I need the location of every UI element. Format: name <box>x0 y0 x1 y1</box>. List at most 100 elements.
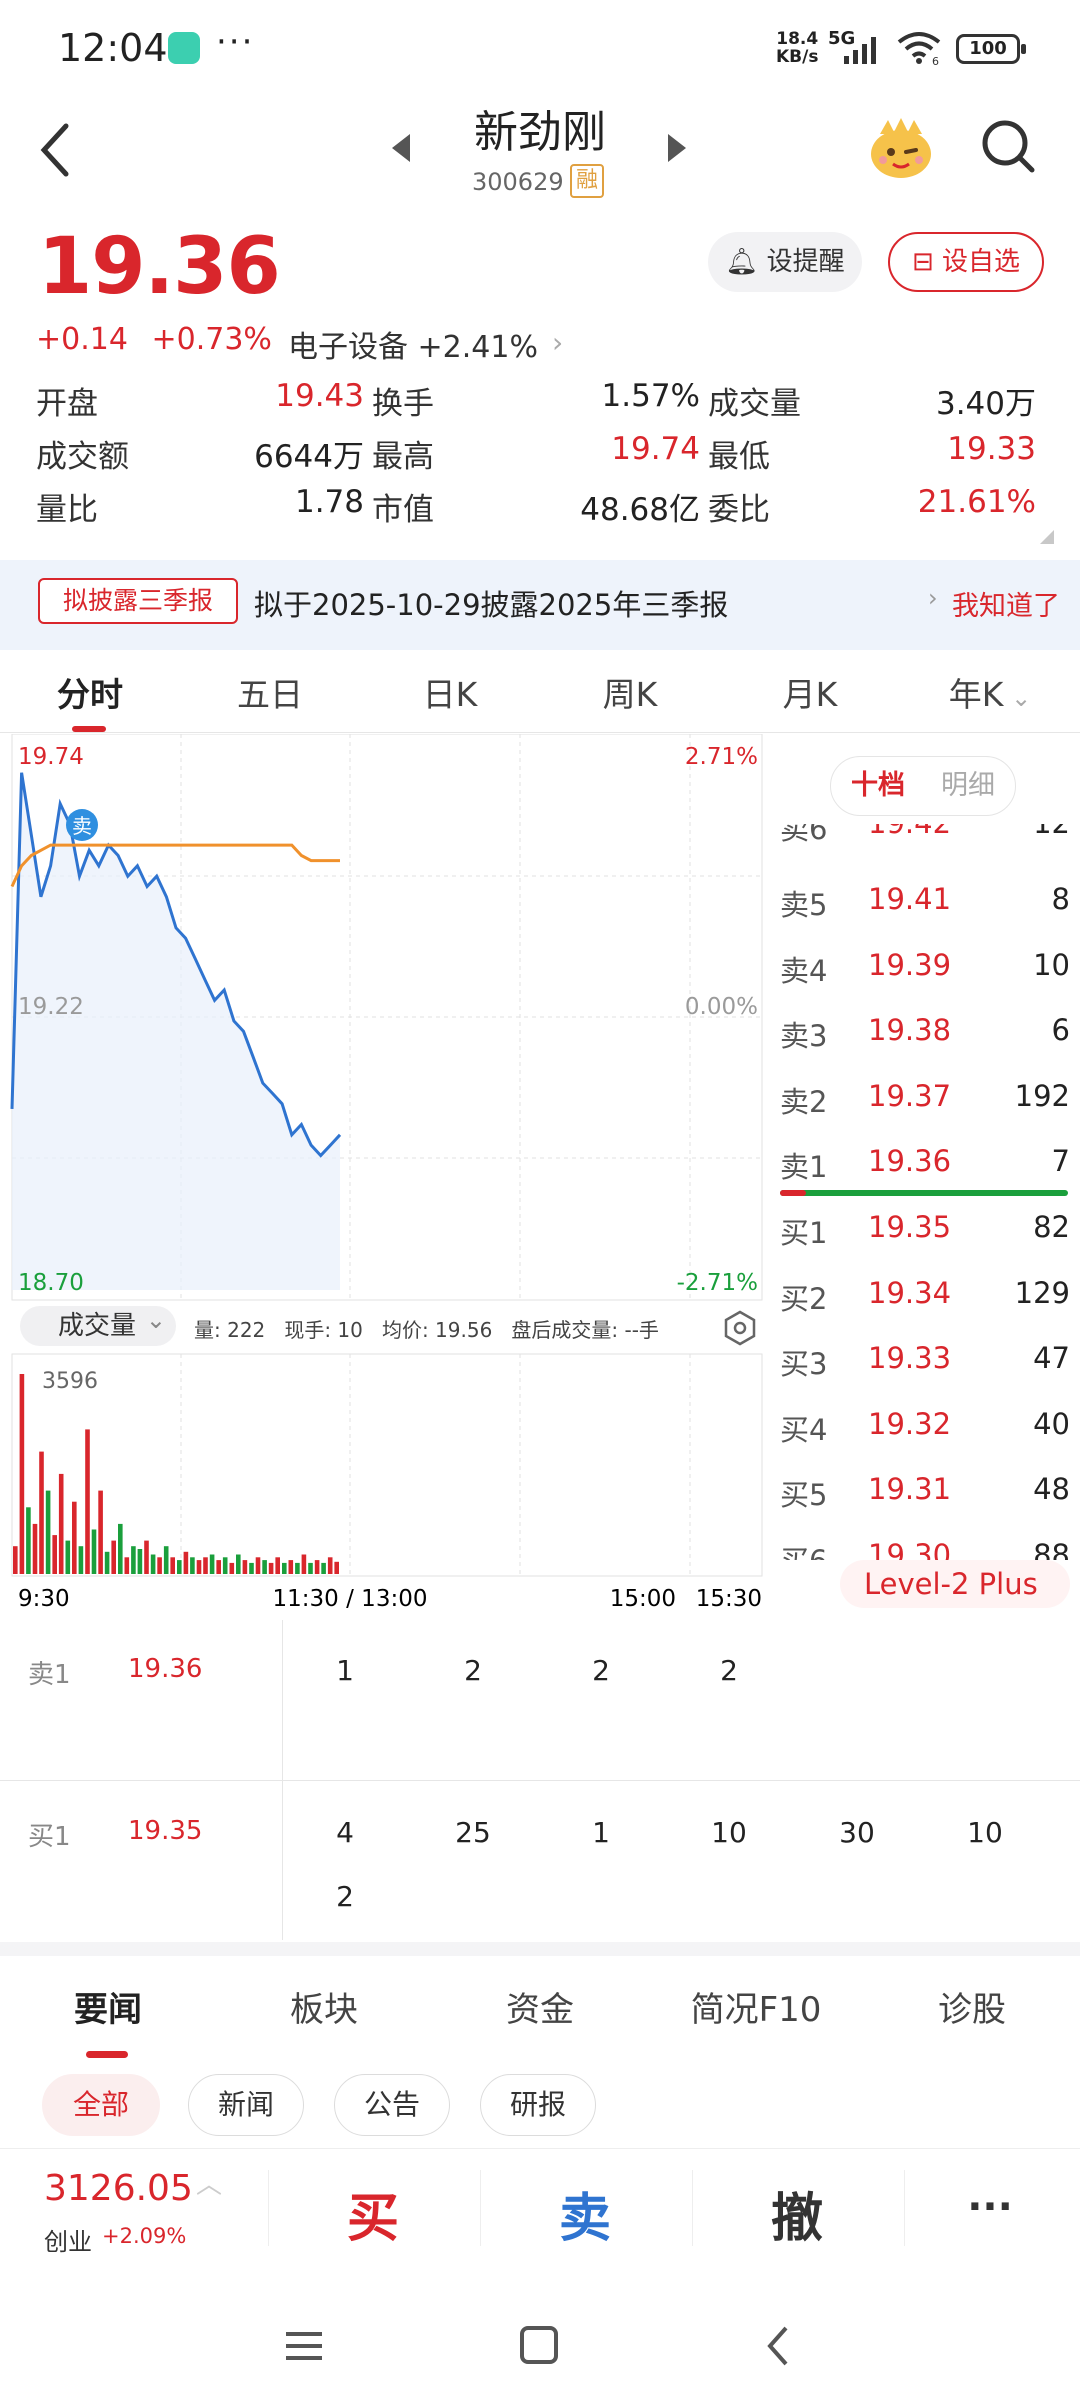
orderbook-qty: 7 <box>1051 1144 1070 1178</box>
stat-label: 量比 <box>36 492 98 528</box>
orderbook-row[interactable]: 卖4 19.39 10 <box>780 948 1070 988</box>
orderbook-row[interactable]: 卖1 19.36 7 <box>780 1144 1070 1184</box>
volume-bar <box>327 1557 333 1574</box>
index-value[interactable]: 3126.05 <box>44 2168 193 2209</box>
chart-tab[interactable]: 年K ⌄ <box>900 660 1080 730</box>
set-alert-button[interactable]: 🔔︎ 设提醒 <box>708 232 862 292</box>
cancel-order-button[interactable]: 撤 <box>692 2176 902 2251</box>
sell-marker[interactable]: 卖 <box>66 809 98 841</box>
news-filter-chip[interactable]: 新闻 <box>188 2074 304 2136</box>
chart-tab[interactable]: 分时 <box>0 660 180 732</box>
volume-bar <box>268 1562 274 1574</box>
expand-corner-icon[interactable] <box>1040 530 1054 544</box>
stat-cell: 市值 48.68亿 <box>372 484 708 529</box>
search-icon[interactable] <box>978 116 1038 176</box>
orderbook-row[interactable]: 买4 19.32 40 <box>780 1407 1070 1447</box>
queue-order: 25 <box>455 1816 491 1849</box>
news-tab[interactable]: 要闻 <box>0 1970 216 2058</box>
news-filter-chip[interactable]: 研报 <box>480 2074 596 2136</box>
stat-value: 3.40万 <box>935 386 1036 422</box>
chart-tab-label: 周K <box>602 675 658 714</box>
home-icon[interactable] <box>520 2326 558 2364</box>
stat-label: 成交量 <box>708 386 801 422</box>
chart-period-tabs: 分时 五日 日K 周K 月K 年K ⌄ <box>0 660 1080 732</box>
prev-stock-icon[interactable] <box>392 134 410 162</box>
tab-detail[interactable]: 明细 <box>941 757 995 815</box>
news-tab[interactable]: 诊股 <box>864 1970 1080 2050</box>
orderbook-row[interactable]: 买5 19.31 48 <box>780 1472 1070 1512</box>
news-tab[interactable]: 资金 <box>432 1970 648 2050</box>
nav-back-icon[interactable] <box>767 2326 788 2366</box>
orderbook-level: 卖1 <box>780 1150 828 1184</box>
volume-max-label: 3596 <box>42 1369 98 1394</box>
spread-bar <box>780 1190 1068 1196</box>
notice-dismiss-button[interactable]: 我知道了 <box>952 584 1060 623</box>
news-filter-chip[interactable]: 公告 <box>334 2074 450 2136</box>
tab-ten-level[interactable]: 十档 <box>851 757 905 815</box>
stat-cell: 成交额 6644万 <box>36 431 372 476</box>
chart-tab[interactable]: 五日 <box>180 660 360 730</box>
orderbook-row[interactable]: 买1 19.35 82 <box>780 1210 1070 1250</box>
menu-icon[interactable] <box>286 2332 322 2360</box>
volume-grid <box>11 1353 763 1577</box>
more-actions-button[interactable]: ··· <box>890 2184 1080 2230</box>
sell-marker-label: 卖 <box>72 814 92 838</box>
add-watchlist-button[interactable]: ⊟ 设自选 <box>888 232 1044 292</box>
next-stock-icon[interactable] <box>668 134 686 162</box>
intraday-chart[interactable]: 卖 19.74 19.22 18.70 2.71% 0.00% -2.71% 3… <box>0 734 765 1614</box>
mascot-icon[interactable] <box>866 116 936 180</box>
level2-plus-button[interactable]: Level-2 Plus <box>840 1560 1070 1608</box>
buy-button[interactable]: 买 <box>268 2176 478 2251</box>
volume-bar <box>288 1560 294 1574</box>
orderbook-row[interactable]: 买3 19.33 47 <box>780 1341 1070 1381</box>
news-filter-chip[interactable]: 全部 <box>42 2074 160 2136</box>
divider <box>0 732 1080 733</box>
orderbook-price: 19.38 <box>868 1013 952 1047</box>
queue-order: 10 <box>711 1816 747 1849</box>
indicator-select[interactable]: 成交量 <box>20 1300 176 1346</box>
spread-bar-red <box>780 1190 806 1196</box>
orderbook-qty: 129 <box>1014 1275 1070 1310</box>
stat-value: 19.74 <box>611 431 700 467</box>
pct-label-top: 2.71% <box>685 744 758 770</box>
stat-value: 1.57% <box>601 378 700 414</box>
more-notifications-icon: ··· <box>216 22 255 62</box>
back-icon[interactable] <box>36 120 76 180</box>
orderbook-level: 卖5 <box>780 888 828 922</box>
current-price: 19.36 <box>38 222 281 312</box>
y-label-bottom: 18.70 <box>18 1270 84 1296</box>
volume-bar <box>163 1546 169 1574</box>
orderbook-row[interactable]: 卖2 19.37 192 <box>780 1079 1070 1119</box>
orderbook-row[interactable]: 卖5 19.41 8 <box>780 882 1070 922</box>
news-tab[interactable]: 板块 <box>216 1970 432 2050</box>
stock-code: 300629 <box>472 168 564 196</box>
stat-cell: 量比 1.78 <box>36 484 372 529</box>
orderbook-qty: 47 <box>1033 1341 1070 1375</box>
orderbook-row[interactable]: 卖3 19.38 6 <box>780 1013 1070 1053</box>
sell-button[interactable]: 卖 <box>480 2176 690 2251</box>
volume-bar <box>183 1551 189 1574</box>
chart-tab[interactable]: 月K <box>720 660 900 730</box>
settings-hex-icon[interactable] <box>722 1310 758 1346</box>
stat-row: 成交额 6644万 最高 19.74 最低 19.33 <box>36 427 1044 480</box>
volume-bar <box>282 1562 287 1574</box>
chart-tab[interactable]: 日K <box>360 660 540 730</box>
stat-row: 开盘 19.43 换手 1.57% 成交量 3.40万 <box>36 374 1044 427</box>
sector-link[interactable]: 电子设备 +2.41% <box>288 322 538 366</box>
orderbook-qty: 192 <box>1014 1078 1070 1113</box>
chevron-up-icon[interactable]: ︿ <box>196 2164 222 2201</box>
volume-bar <box>301 1554 307 1574</box>
orderbook-price: 19.41 <box>868 882 952 916</box>
orderbook-row[interactable]: 买2 19.34 129 <box>780 1276 1070 1316</box>
app-notification-icon <box>168 32 200 64</box>
notice-tag: 拟披露三季报 <box>38 578 238 624</box>
set-alert-label: 设提醒 <box>766 247 845 277</box>
news-tab[interactable]: 简况F10 <box>648 1970 864 2050</box>
volume-bar <box>170 1557 175 1574</box>
stat-cell: 换手 1.57% <box>372 378 708 423</box>
volume-bar <box>32 1523 38 1574</box>
stat-cell: 成交量 3.40万 <box>708 378 1044 423</box>
orderbook-level: 卖4 <box>780 953 828 988</box>
chart-tab[interactable]: 周K <box>540 660 720 730</box>
stat-label: 委比 <box>708 492 770 528</box>
